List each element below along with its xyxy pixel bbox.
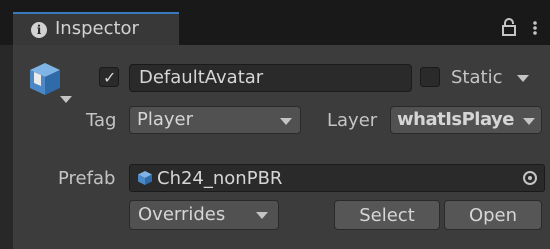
prefab-icon [138,171,152,185]
open-button[interactable]: Open [444,200,542,230]
overrides-label: Overrides [138,204,226,225]
name-field-text: DefaultAvatar [139,67,264,88]
chevron-down-icon [523,118,535,125]
gameobject-icon[interactable] [26,60,64,98]
object-picker-dot [528,176,532,180]
chevron-down-icon [280,118,292,125]
static-dropdown-arrow[interactable] [517,75,529,82]
checkmark-icon: ✓ [103,68,117,87]
info-icon: i [31,22,47,38]
tab-title: Inspector [55,18,139,39]
layer-value: whatIsPlaye [397,109,515,130]
menu-icon[interactable] [531,20,539,36]
prefab-asset-name: Ch24_nonPBR [157,168,283,189]
static-label: Static [451,67,503,88]
gameobject-icon-dropdown[interactable] [60,96,72,103]
static-checkbox[interactable] [420,67,440,87]
layer-label: Layer [327,110,378,131]
lock-icon[interactable] [500,18,518,36]
tag-value: Player [137,109,194,130]
prefab-label: Prefab [58,168,116,189]
select-button[interactable]: Select [334,200,440,230]
chevron-down-icon [256,212,268,219]
tag-label: Tag [86,110,117,131]
